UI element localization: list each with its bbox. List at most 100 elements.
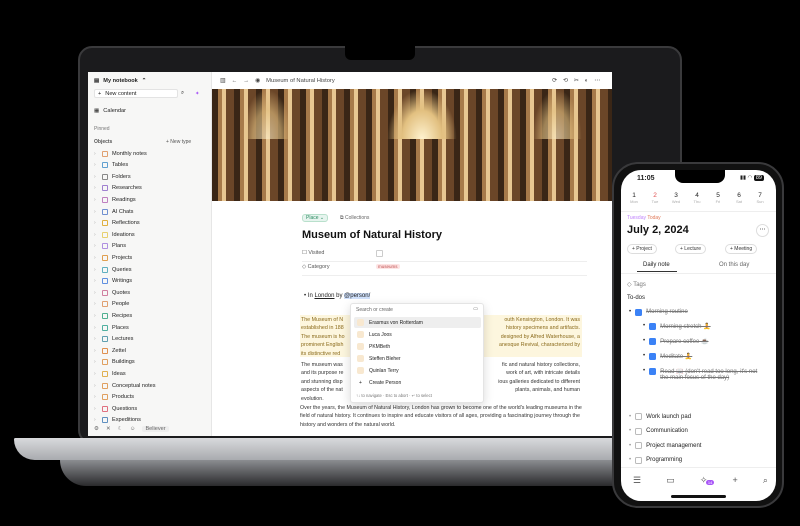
expand-caret-icon[interactable]: › — [94, 359, 98, 365]
sidebar-toggle-icon[interactable]: ▥ — [220, 78, 225, 84]
sidebar-item[interactable]: › Monthly notes — [94, 149, 147, 158]
toolbar-icons[interactable]: ⟳⟲✂◐⋯ — [552, 78, 612, 84]
calendar-icon[interactable]: ▭ — [666, 475, 675, 486]
sidebar-item[interactable]: › Products — [94, 393, 134, 402]
expand-caret-icon[interactable]: › — [94, 162, 98, 168]
calendar-day[interactable]: 2 Tue — [646, 192, 664, 204]
template-chip[interactable]: + Project — [627, 244, 657, 254]
search-icon[interactable]: ⌕ — [763, 475, 768, 486]
tags-field[interactable]: ◇ Tags — [627, 281, 646, 288]
graph-icon[interactable]: ✕ — [106, 426, 111, 432]
popup-person-item[interactable]: Luca Joos — [354, 329, 481, 340]
sidebar-item[interactable]: › Readings — [94, 195, 136, 204]
visited-checkbox[interactable] — [376, 250, 383, 257]
expand-caret-icon[interactable]: › — [94, 209, 98, 215]
calendar-day[interactable]: 5 Fri — [709, 192, 727, 204]
sidebar-item[interactable]: › Ideations — [94, 230, 135, 239]
expand-caret-icon[interactable]: › — [94, 278, 98, 284]
collections-button[interactable]: ⧉ Collections — [340, 215, 369, 221]
new-content-button[interactable]: + New content — [94, 89, 178, 98]
expand-caret-icon[interactable]: › — [94, 197, 98, 203]
forward-icon[interactable]: → — [243, 78, 249, 84]
sidebar-item[interactable]: › Quotes — [94, 288, 130, 297]
sidebar-item[interactable]: › Questions — [94, 404, 137, 413]
sidebar-item[interactable]: › Recipes — [94, 311, 132, 320]
sidebar-item[interactable]: › People — [94, 300, 129, 309]
sidebar-item[interactable]: › AI Chats — [94, 207, 133, 216]
back-icon[interactable]: ← — [231, 78, 237, 84]
checkbox[interactable] — [649, 353, 657, 360]
expand-caret-icon[interactable]: › — [94, 325, 98, 331]
expand-caret-icon[interactable]: › — [94, 220, 98, 226]
expand-caret-icon[interactable]: › — [94, 348, 98, 354]
ai-icon[interactable]: ✦ — [195, 89, 200, 98]
sidebar-item[interactable]: › Projects — [94, 253, 132, 262]
checkbox[interactable] — [649, 368, 657, 375]
sidebar-item[interactable]: › Researches — [94, 184, 142, 193]
calendar-day[interactable]: 6 Sat — [730, 192, 748, 204]
mention-input[interactable]: @person/ — [344, 293, 371, 299]
category-tag[interactable]: museums — [376, 264, 400, 269]
theme-icon[interactable]: ☾ — [118, 426, 123, 432]
new-type-button[interactable]: + New type — [166, 137, 191, 146]
calendar-day[interactable]: 4 Thu — [688, 192, 706, 204]
sidebar-item[interactable]: › Conceptual notes — [94, 381, 156, 390]
user-icon[interactable]: ☺ — [130, 426, 136, 432]
sidebar-item[interactable]: › Reflections — [94, 219, 140, 228]
popup-person-item[interactable]: Erasmus von Rotterdam — [354, 317, 481, 328]
checkbox[interactable] — [635, 427, 643, 435]
expand-caret-icon[interactable]: › — [94, 267, 98, 273]
sidebar-item[interactable]: › Queries — [94, 265, 132, 274]
checkbox[interactable] — [635, 456, 643, 464]
sidebar-item[interactable]: › Tables — [94, 161, 128, 170]
folder-icon[interactable]: ▭ — [473, 306, 478, 312]
settings-icon[interactable]: ⚙ — [94, 426, 99, 432]
more-button[interactable]: ⋯ — [756, 224, 769, 237]
popup-person-item[interactable]: PKMBeth — [354, 341, 481, 352]
checkbox[interactable] — [635, 309, 643, 316]
popup-person-item[interactable]: Steffen Bleher — [354, 353, 481, 364]
expand-caret-icon[interactable]: › — [94, 383, 98, 389]
expand-caret-icon[interactable]: › — [94, 301, 98, 307]
expand-caret-icon[interactable]: › — [94, 255, 98, 261]
sidebar-item[interactable]: › Ideas — [94, 369, 126, 378]
checkbox[interactable] — [635, 442, 643, 449]
checkbox[interactable] — [649, 323, 657, 330]
checkbox[interactable] — [649, 338, 657, 345]
sidebar-item[interactable]: › Zettel — [94, 346, 126, 355]
sidebar-item[interactable]: › Plans — [94, 242, 126, 251]
create-person-item[interactable]: + Create Person — [354, 377, 481, 388]
checkbox[interactable] — [635, 413, 643, 420]
sidebar-item-calendar[interactable]: ▦ Calendar — [94, 106, 126, 115]
sidebar-item[interactable]: › Writings — [94, 277, 132, 286]
expand-caret-icon[interactable]: › — [94, 406, 98, 412]
tab-daily-note[interactable]: Daily note — [643, 262, 670, 268]
calendar-day[interactable]: 1 Mon — [625, 192, 643, 204]
sidebar-item[interactable]: › Lectures — [94, 335, 133, 344]
tab-on-this-day[interactable]: On this day — [719, 262, 749, 268]
expand-caret-icon[interactable]: › — [94, 371, 98, 377]
search-icon[interactable]: ⌕ — [181, 89, 184, 98]
template-chip[interactable]: + Lecture — [675, 244, 706, 254]
calendar-day[interactable]: 3 Wed — [667, 192, 685, 204]
calendar-day[interactable]: 7 Sun — [751, 192, 769, 204]
expand-caret-icon[interactable]: › — [94, 394, 98, 400]
notebook-switcher[interactable]: ▤ My notebook ⌃ — [94, 76, 146, 85]
expand-caret-icon[interactable]: › — [94, 313, 98, 319]
list-icon[interactable]: ☰ — [633, 475, 641, 486]
user-badge[interactable]: Believer — [142, 425, 169, 432]
ai-sparkle-icon[interactable]: ✧ 14 — [700, 475, 715, 486]
expand-caret-icon[interactable]: › — [94, 417, 98, 423]
expand-caret-icon[interactable]: › — [94, 290, 98, 296]
popup-person-item[interactable]: Quinlan Terry — [354, 365, 481, 376]
sidebar-item[interactable]: › Places — [94, 323, 129, 332]
type-tag[interactable]: Place ⌄ — [302, 214, 329, 222]
template-chip[interactable]: + Meeting — [725, 244, 758, 254]
expand-caret-icon[interactable]: › — [94, 243, 98, 249]
sidebar-item[interactable]: › Folders — [94, 172, 131, 181]
sidebar-item[interactable]: › Buildings — [94, 358, 135, 367]
expand-caret-icon[interactable]: › — [94, 185, 98, 191]
expand-caret-icon[interactable]: › — [94, 232, 98, 238]
london-link[interactable]: London — [314, 293, 334, 299]
expand-caret-icon[interactable]: › — [94, 336, 98, 342]
